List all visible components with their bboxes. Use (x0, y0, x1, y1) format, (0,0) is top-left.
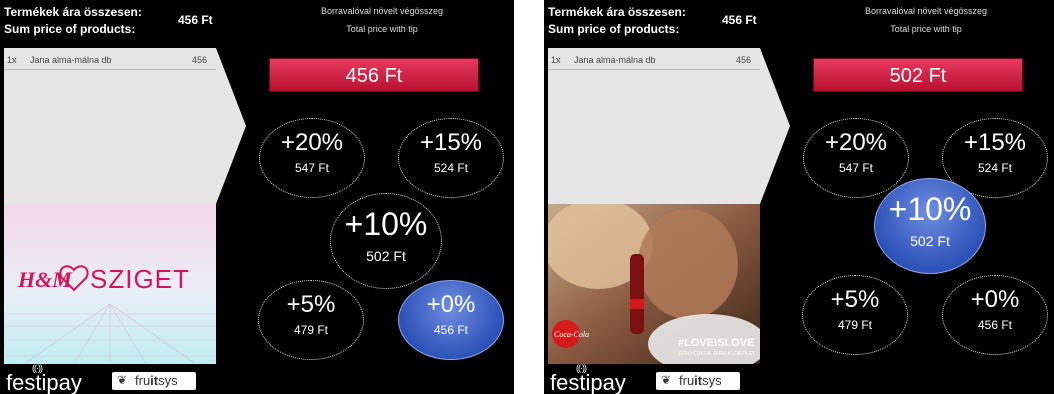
sum-header: Termékek ára összesen: Sum price of prod… (544, 0, 766, 48)
wifi-icon: ((·)) (32, 363, 43, 373)
tip-option-20[interactable]: +20% 547 Ft (259, 118, 365, 198)
sziget-logo-text: SZIGET (90, 264, 190, 294)
cart-item-qty: 1x (551, 55, 561, 65)
tip-option-10[interactable]: +10% 502 Ft (330, 193, 442, 289)
festipay-text: festipay (6, 370, 82, 394)
tip-option-amount: 524 Ft (977, 161, 1013, 175)
tip-option-percent: +10% (888, 191, 972, 227)
sum-header: Termékek ára összesen: Sum price of prod… (0, 0, 222, 48)
svg-text:Coca-Cola: Coca-Cola (554, 330, 589, 339)
cart-item-row[interactable]: 1x Jana alma-málna db 456 (548, 53, 760, 67)
coca-cola-ad-image: Coca-Cola #LOVEISLOVE ZERO CUKOR ZERO KL… (548, 204, 760, 364)
festipay-logo: ((·)) festipay (550, 363, 626, 394)
fruitsys-logo: ❦ fruitsys (656, 372, 740, 390)
wifi-icon: ((·)) (576, 363, 587, 373)
cart-item-row[interactable]: 1x Jana alma-málna db 456 (4, 53, 216, 67)
fruitsys-text: fruitsys (135, 373, 178, 388)
tip-title-en: Total price with tip (346, 24, 418, 34)
tip-option-percent: +20% (824, 129, 888, 156)
tip-option-percent: +15% (419, 129, 483, 156)
sziget-ad-image: H&M SZIGET (4, 204, 216, 364)
loveislove-hashtag: #LOVEISLOVE (678, 337, 754, 349)
fruitsys-icon: ❦ (661, 373, 672, 387)
tip-option-percent: +15% (963, 129, 1027, 156)
tip-title-hu: Borravalóval növelt végösszeg (864, 6, 988, 16)
tip-screen-1: Termékek ára összesen: Sum price of prod… (0, 0, 514, 394)
cart-item-divider (4, 69, 216, 70)
fruitsys-icon: ❦ (117, 373, 128, 387)
cart-item-divider (548, 69, 760, 70)
tip-option-amount: 547 Ft (838, 161, 874, 175)
fruitsys-text: fruitsys (679, 373, 722, 388)
cart-item-price: 456 (192, 55, 208, 65)
footer-logos: ((·)) festipay ❦ fruitsys (544, 363, 774, 394)
festipay-logo: ((·)) festipay (6, 363, 82, 394)
tip-option-amount: 456 Ft (977, 318, 1013, 332)
tip-option-amount: 479 Ft (837, 318, 873, 332)
fruitsys-logo: ❦ fruitsys (112, 372, 196, 390)
sum-label-en: Sum price of products: (548, 22, 680, 36)
total-with-tip-display: 456 Ft (269, 58, 479, 92)
sum-amount: 456 Ft (178, 13, 213, 27)
tip-option-percent: +10% (344, 206, 428, 242)
tip-option-percent: +0% (426, 291, 476, 318)
cart-arrow-shape (760, 48, 790, 204)
cart-arrow-shape (216, 48, 246, 204)
coca-cola-ad-banner: Coca-Cola #LOVEISLOVE ZERO CUKOR ZERO KL… (548, 204, 760, 364)
tip-option-percent: +5% (286, 291, 336, 318)
tip-option-amount: 502 Ft (366, 248, 406, 264)
sum-label-hu: Termékek ára összesen: (548, 5, 686, 19)
tip-option-15[interactable]: +15% 524 Ft (398, 118, 504, 198)
cart-list (4, 48, 216, 204)
tip-option-0-selected[interactable]: +0% 456 Ft (398, 280, 504, 360)
tip-option-percent: +0% (970, 286, 1020, 313)
sum-label-en: Sum price of products: (4, 22, 136, 36)
tip-option-0[interactable]: +0% 456 Ft (942, 275, 1048, 355)
cart-item-qty: 1x (7, 55, 17, 65)
total-with-tip-display: 502 Ft (813, 58, 1023, 92)
tip-option-amount: 456 Ft (433, 323, 469, 337)
tip-option-amount: 547 Ft (294, 161, 330, 175)
tip-screen-2: Termékek ára összesen: Sum price of prod… (544, 0, 1054, 394)
tip-option-amount: 502 Ft (910, 233, 950, 249)
tip-title-hu: Borravalóval növelt végösszeg (320, 6, 444, 16)
cart-item-name: Jana alma-málna db (574, 55, 656, 65)
sum-amount: 456 Ft (722, 13, 757, 27)
tip-option-5[interactable]: +5% 479 Ft (802, 275, 908, 355)
cart-item-name: Jana alma-málna db (30, 55, 112, 65)
tip-option-percent: +20% (280, 129, 344, 156)
tip-option-20[interactable]: +20% 547 Ft (803, 118, 909, 198)
footer-logos: ((·)) festipay ❦ fruitsys (0, 363, 230, 394)
cart-list (548, 48, 760, 204)
ad-subline: ZERO CUKOR ZERO KLÓRFILET (678, 350, 755, 357)
festipay-text: festipay (550, 370, 626, 394)
tip-option-10-selected[interactable]: +10% 502 Ft (874, 178, 986, 274)
tip-title-en: Total price with tip (890, 24, 962, 34)
tip-option-percent: +5% (830, 286, 880, 313)
tip-option-amount: 524 Ft (433, 161, 469, 175)
sziget-ad-banner: H&M SZIGET (4, 204, 216, 364)
sum-label-hu: Termékek ára összesen: (4, 5, 142, 19)
cart-item-price: 456 (736, 55, 752, 65)
tip-option-amount: 479 Ft (293, 323, 329, 337)
tip-option-5[interactable]: +5% 479 Ft (258, 280, 364, 360)
